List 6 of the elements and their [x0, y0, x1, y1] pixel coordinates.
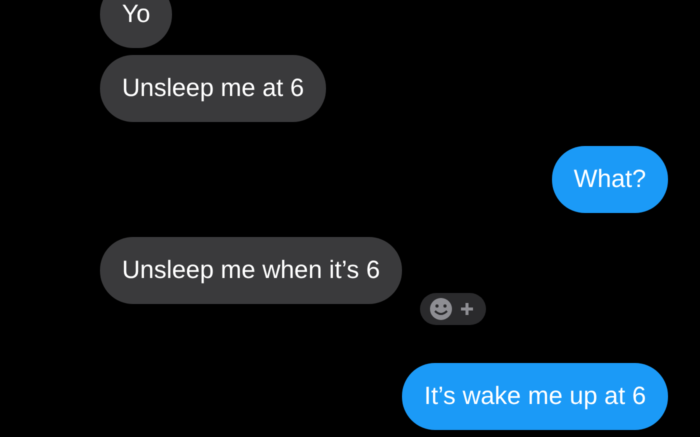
message-bubble: What?	[552, 146, 668, 213]
message-bubble: Yo	[100, 0, 172, 48]
add-reaction-icon[interactable]	[420, 293, 486, 325]
message-bubble: Unsleep me when it’s 6	[100, 237, 402, 304]
message-bubble: Unsleep me at 6	[100, 55, 326, 122]
message-bubble: It’s wake me up at 6	[402, 363, 668, 430]
